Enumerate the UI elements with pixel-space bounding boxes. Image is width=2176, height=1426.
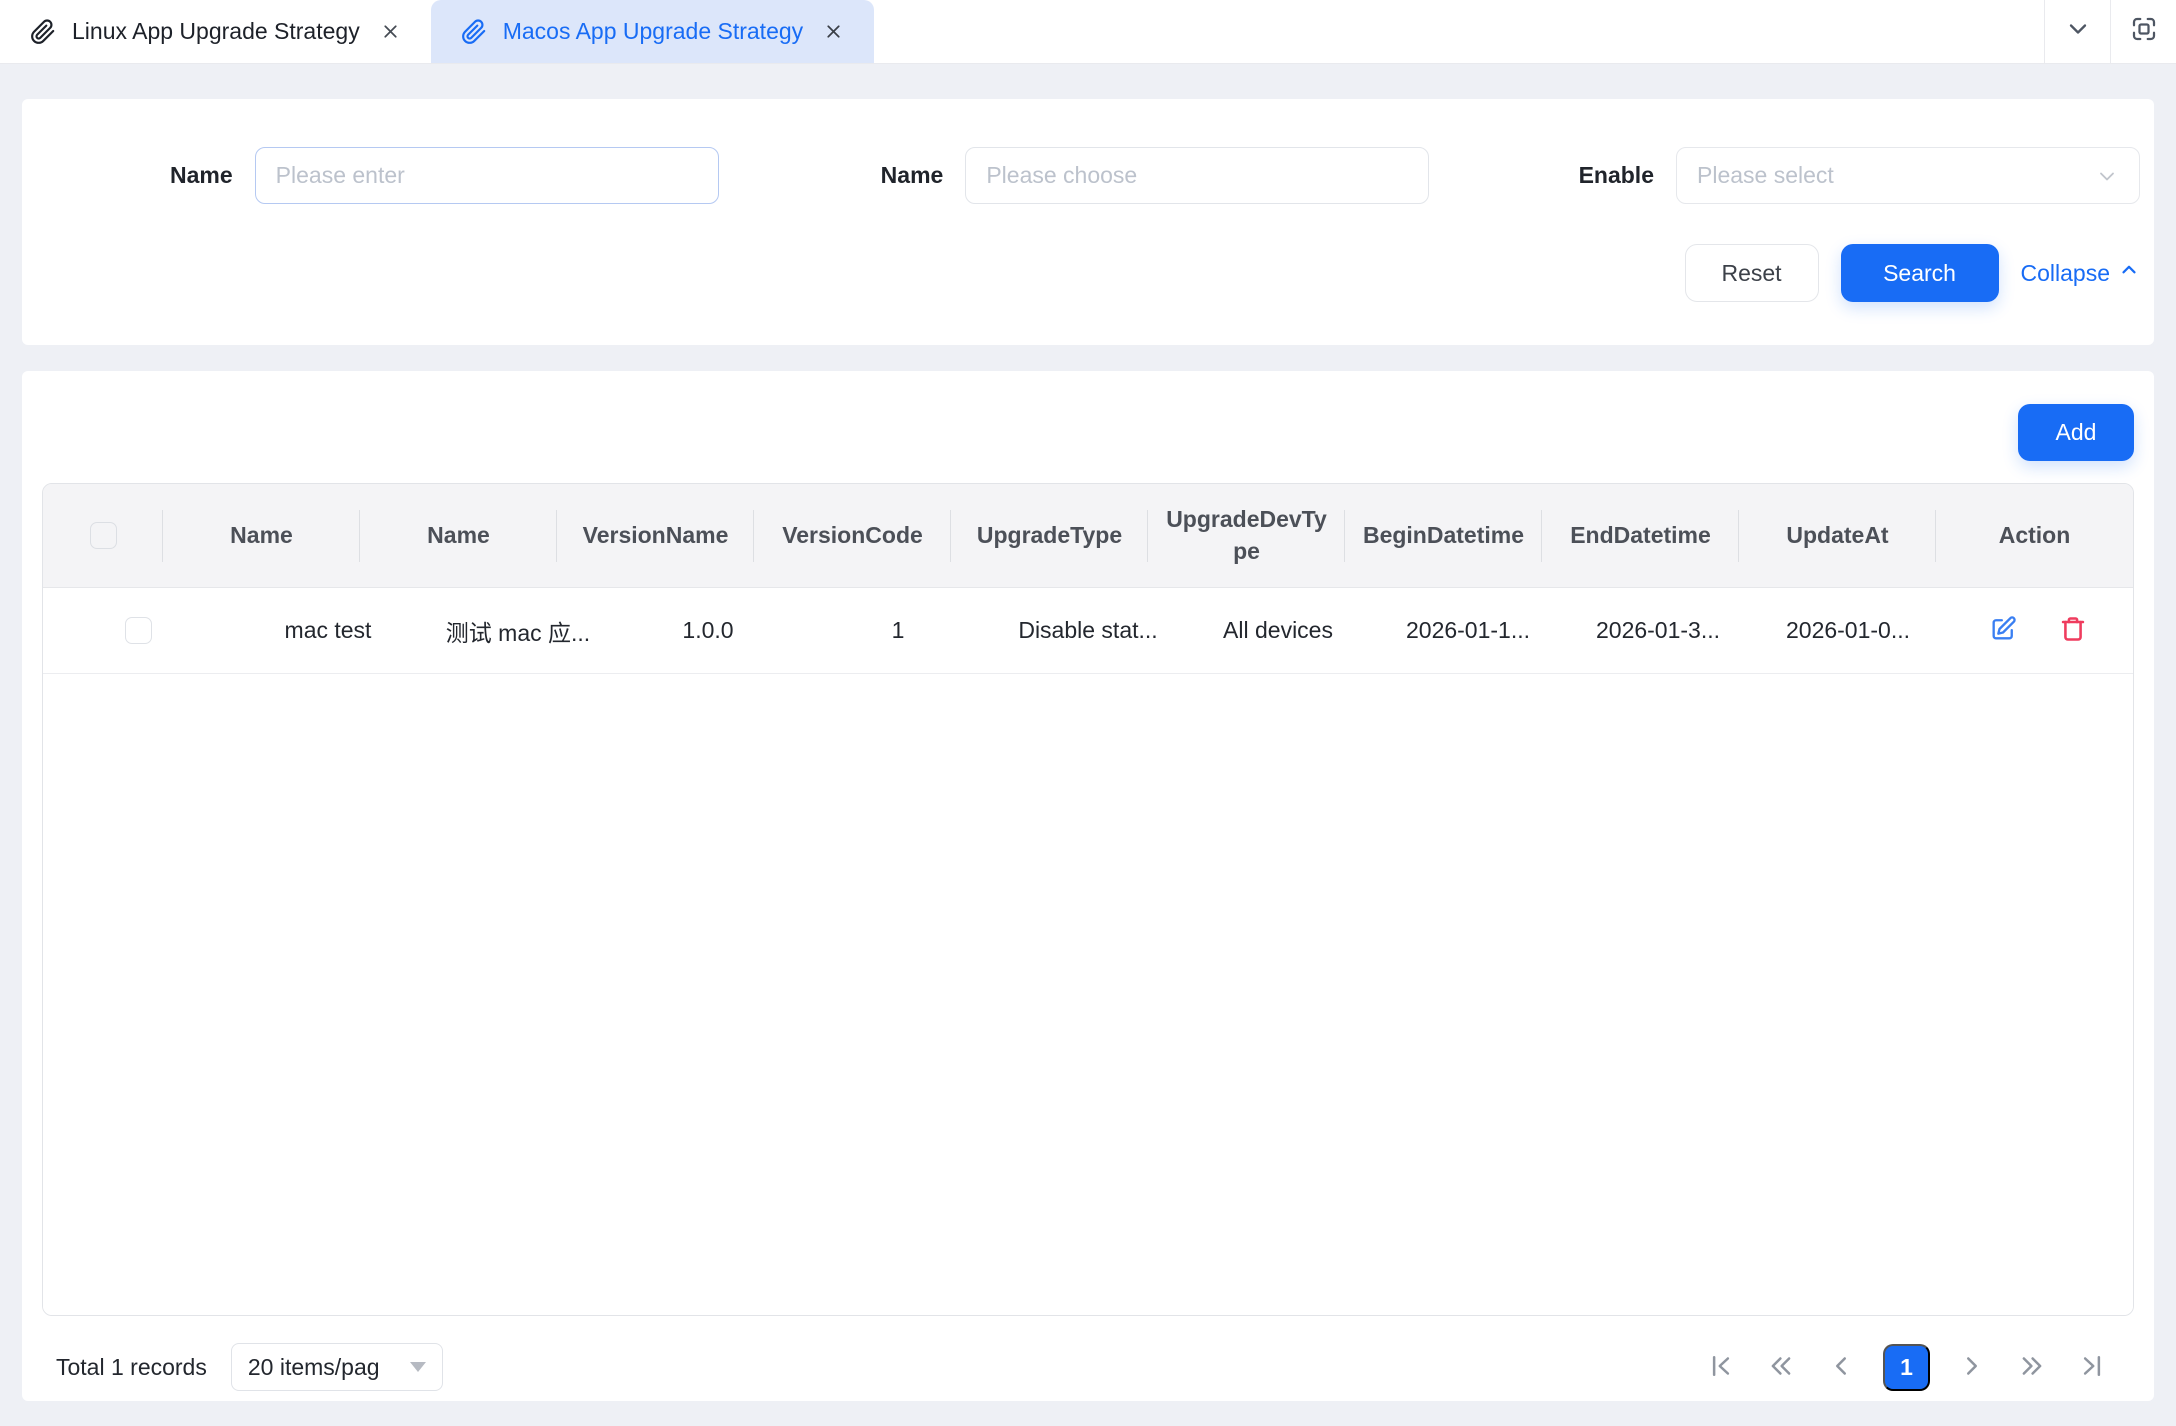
filter-field-name-1: Name: [22, 147, 733, 204]
first-page-icon: [1706, 1351, 1736, 1384]
enable-select[interactable]: Please select: [1676, 147, 2140, 204]
tab-list-dropdown-button[interactable]: [2044, 0, 2110, 63]
filter-field-name-2: Name: [733, 147, 1444, 204]
search-button[interactable]: Search: [1841, 244, 1999, 302]
pagination-bar: Total 1 records 20 items/pag: [42, 1343, 2134, 1391]
chevron-right-icon: [1957, 1351, 1987, 1384]
delete-button[interactable]: [2059, 615, 2087, 646]
column-header-versioncode: VersionCode: [754, 484, 951, 587]
edit-icon: [1989, 615, 2017, 646]
chevron-left-icon: [1826, 1351, 1856, 1384]
cell-versionname: 1.0.0: [613, 588, 803, 673]
name-input[interactable]: [255, 147, 719, 204]
add-button[interactable]: Add: [2018, 404, 2134, 461]
cell-begindatetime: 2026-01-1...: [1373, 588, 1563, 673]
cell-name-2: 测试 mac 应...: [423, 588, 613, 673]
column-header-name: Name: [163, 484, 360, 587]
row-checkbox-cell: [43, 588, 233, 673]
column-header-name-2: Name: [360, 484, 557, 587]
row-checkbox[interactable]: [125, 617, 152, 644]
close-icon[interactable]: [380, 21, 401, 42]
next-page-button[interactable]: [1954, 1349, 1990, 1385]
filter-field-enable: Enable Please select: [1443, 147, 2154, 204]
chevron-down-icon: [2095, 164, 2119, 188]
fullscreen-icon: [2129, 14, 2159, 49]
column-header-enddatetime: EndDatetime: [1542, 484, 1739, 587]
fast-forward-button[interactable]: [2014, 1349, 2050, 1385]
last-page-icon: [2077, 1351, 2107, 1384]
collapse-link[interactable]: Collapse: [2021, 259, 2141, 287]
header-checkbox-cell: [43, 484, 163, 587]
tab-label: Macos App Upgrade Strategy: [503, 18, 803, 45]
app-window: Linux App Upgrade Strategy Macos App Upg…: [0, 0, 2176, 1426]
tab-label: Linux App Upgrade Strategy: [72, 18, 360, 45]
collapse-label: Collapse: [2021, 260, 2111, 287]
cell-versioncode: 1: [803, 588, 993, 673]
total-records-text: Total 1 records: [56, 1354, 207, 1381]
fast-backward-button[interactable]: [1763, 1349, 1799, 1385]
select-placeholder: Please select: [1697, 162, 1834, 189]
column-header-updateat: UpdateAt: [1739, 484, 1936, 587]
column-header-versionname: VersionName: [557, 484, 754, 587]
enable-label: Enable: [1579, 162, 1654, 189]
page-size-value: 20 items/pag: [248, 1354, 380, 1381]
tab-bar: Linux App Upgrade Strategy Macos App Upg…: [0, 0, 2176, 64]
triangle-down-icon: [410, 1362, 426, 1372]
table-header-row: Name Name VersionName VersionCode Upgrad…: [43, 484, 2133, 588]
tab-macos-app-upgrade-strategy[interactable]: Macos App Upgrade Strategy: [431, 0, 874, 63]
filter-actions: Reset Search Collapse: [22, 244, 2154, 302]
column-header-begindatetime: BeginDatetime: [1345, 484, 1542, 587]
filter-panel: Name Name Enable Please select Reset Sea…: [22, 99, 2154, 345]
name-label: Name: [170, 162, 233, 189]
table-panel: Add Name Name VersionName VersionCode Up…: [22, 371, 2154, 1401]
tab-bar-controls: [2044, 0, 2176, 63]
name-label: Name: [881, 162, 944, 189]
cell-name: mac test: [233, 588, 423, 673]
filter-fields: Name Name Enable Please select: [22, 147, 2154, 204]
table-row: mac test 测试 mac 应... 1.0.0 1 Disable sta…: [43, 588, 2133, 674]
page-size-select[interactable]: 20 items/pag: [231, 1343, 443, 1391]
first-page-button[interactable]: [1703, 1349, 1739, 1385]
select-all-checkbox[interactable]: [90, 522, 117, 549]
reset-button[interactable]: Reset: [1685, 244, 1819, 302]
trash-icon: [2059, 615, 2087, 646]
paperclip-icon: [30, 19, 56, 45]
data-table: Name Name VersionName VersionCode Upgrad…: [42, 483, 2134, 1316]
chevron-down-icon: [2064, 15, 2092, 48]
cell-upgradetype: Disable stat...: [993, 588, 1183, 673]
edit-button[interactable]: [1989, 615, 2017, 646]
column-header-action: Action: [1936, 484, 2133, 587]
column-header-upgradedevtype: UpgradeDevType: [1148, 484, 1345, 587]
double-chevron-left-icon: [1766, 1351, 1796, 1384]
pager-controls: 1: [1703, 1344, 2120, 1391]
name-choose-input[interactable]: [965, 147, 1429, 204]
cell-action: [1943, 588, 2133, 673]
last-page-button[interactable]: [2074, 1349, 2110, 1385]
cell-updateat: 2026-01-0...: [1753, 588, 1943, 673]
column-header-upgradetype: UpgradeType: [951, 484, 1148, 587]
chevron-up-icon: [2118, 259, 2140, 287]
tab-linux-app-upgrade-strategy[interactable]: Linux App Upgrade Strategy: [0, 0, 431, 63]
double-chevron-right-icon: [2017, 1351, 2047, 1384]
cell-enddatetime: 2026-01-3...: [1563, 588, 1753, 673]
table-toolbar: Add: [42, 404, 2134, 461]
fullscreen-button[interactable]: [2110, 0, 2176, 63]
previous-page-button[interactable]: [1823, 1349, 1859, 1385]
page-number-button[interactable]: 1: [1883, 1344, 1930, 1391]
table-empty-area: [43, 674, 2133, 1315]
cell-upgradedevtype: All devices: [1183, 588, 1373, 673]
paperclip-icon: [461, 19, 487, 45]
close-icon[interactable]: [823, 21, 844, 42]
